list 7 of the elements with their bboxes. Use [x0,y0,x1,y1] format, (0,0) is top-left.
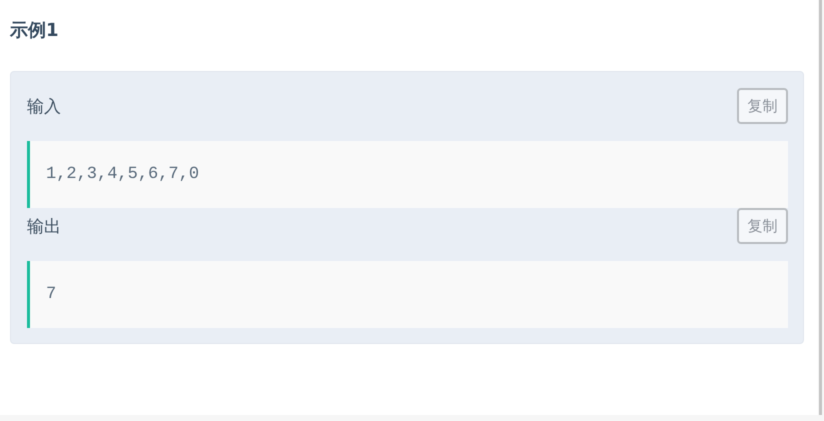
code-block: 7 [27,261,788,328]
section-label: 输入 [27,96,61,118]
code-block: 1,2,3,4,5,6,7,0 [27,141,788,208]
copy-button[interactable]: 复制 [737,88,788,124]
copy-button[interactable]: 复制 [737,208,788,244]
section-label: 输出 [27,216,61,238]
example-title: 示例1 [10,19,60,43]
